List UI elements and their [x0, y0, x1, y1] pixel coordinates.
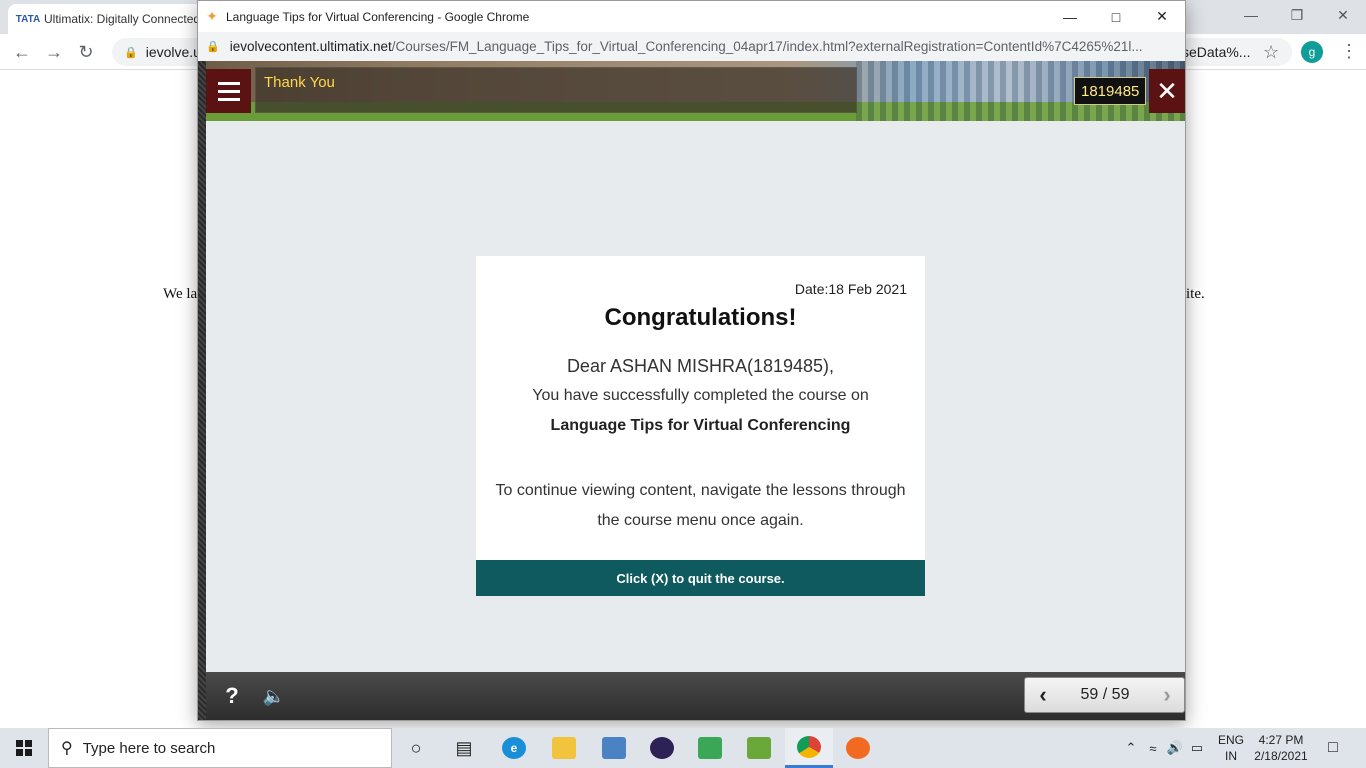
popup-minimize-icon[interactable]: —: [1047, 1, 1093, 32]
continue-instructions: To continue viewing content, navigate th…: [495, 482, 906, 529]
task-view-icon[interactable]: ▤: [440, 728, 488, 768]
background-url-tail: seData%...: [1182, 44, 1251, 60]
taskbar-search-box[interactable]: ⚲ Type here to search: [48, 728, 392, 768]
completion-card: Date:18 Feb 2021 Congratulations! Dear A…: [476, 256, 925, 596]
hamburger-icon: [217, 89, 240, 93]
notepad-plus-icon[interactable]: [735, 728, 783, 768]
close-window-icon[interactable]: ✕: [1320, 0, 1366, 30]
background-page-text-right: ite.: [1186, 286, 1205, 302]
minimize-icon[interactable]: —: [1228, 0, 1274, 30]
header-title-bar: Thank You: [255, 67, 857, 113]
language-code: ENG: [1217, 733, 1244, 747]
popup-address-bar[interactable]: 🔒 ievolvecontent.ultimatix.net /Courses/…: [198, 32, 1185, 61]
battery-icon[interactable]: ▭: [1186, 740, 1208, 756]
quit-instruction-bar: Click (X) to quit the course.: [476, 560, 925, 596]
background-tab[interactable]: TATA Ultimatix: Digitally Connected: [8, 4, 208, 34]
windows-taskbar: ⚲ Type here to search ○ ▤ e ⌃ ≈ 🔊 ▭ ENG …: [0, 728, 1366, 768]
help-button[interactable]: ?: [220, 682, 244, 710]
bookmark-star-icon[interactable]: ☆: [1263, 42, 1279, 63]
wifi-icon[interactable]: ≈: [1142, 741, 1164, 756]
employee-id-badge: 1819485: [1074, 77, 1147, 105]
completion-message: You have successfully completed the cour…: [532, 387, 869, 404]
speaker-muted-icon: 🔈: [262, 685, 286, 706]
start-button[interactable]: [0, 728, 48, 768]
popup-url-host: ievolvecontent.ultimatix.net: [229, 39, 392, 54]
background-page-text-left: We la: [163, 286, 198, 302]
media-app-icon[interactable]: [686, 728, 734, 768]
learner-greeting: Dear ASHAN MISHRA(1819485),: [566, 356, 835, 376]
region-code: IN: [1225, 749, 1237, 763]
course-page-title: Thank You: [264, 74, 335, 91]
paint-app-icon[interactable]: [834, 728, 882, 768]
course-player-inner: Thank You 1819485 ✕ Date:18 Feb 2021 Con…: [206, 61, 1185, 720]
player-control-bar: ? 🔈 ‹ 59 / 59 ›: [206, 672, 1185, 720]
popup-lock-icon: 🔒: [206, 41, 220, 53]
hamburger-icon: [217, 97, 240, 101]
windows-logo-icon: [16, 740, 32, 756]
clock-time: 4:27 PM: [1258, 733, 1304, 747]
eclipse-icon[interactable]: [638, 728, 686, 768]
completion-date: Date:18 Feb 2021: [794, 281, 907, 297]
background-url-host: ievolve.u: [145, 44, 201, 60]
audio-toggle-button[interactable]: 🔈: [260, 684, 288, 708]
chrome-icon[interactable]: [785, 728, 833, 768]
popup-title: Language Tips for Virtual Conferencing -…: [226, 9, 530, 24]
restore-icon[interactable]: ❐: [1274, 0, 1320, 30]
system-clock[interactable]: 4:27 PM 2/18/2021: [1252, 732, 1310, 764]
page-navigator: ‹ 59 / 59 ›: [1024, 677, 1185, 713]
back-arrow-icon[interactable]: ←: [6, 34, 38, 70]
course-content-area: Date:18 Feb 2021 Congratulations! Dear A…: [206, 121, 1185, 672]
popup-url-path: /Courses/FM_Language_Tips_for_Virtual_Co…: [391, 39, 1143, 54]
file-explorer-icon[interactable]: [540, 728, 588, 768]
popup-maximize-icon[interactable]: □: [1093, 1, 1139, 32]
popup-window-controls: — □ ✕: [1047, 1, 1185, 32]
course-popup-window: ✦ Language Tips for Virtual Conferencing…: [197, 0, 1186, 721]
page-counter: 59 / 59: [1080, 686, 1130, 703]
taskbar-search-placeholder: Type here to search: [82, 739, 216, 757]
edge-icon[interactable]: e: [490, 728, 538, 768]
quit-course-button[interactable]: ✕: [1149, 69, 1185, 113]
congratulations-heading: Congratulations!: [604, 304, 797, 331]
hamburger-icon: [217, 81, 240, 85]
course-menu-button[interactable]: [206, 69, 251, 113]
background-window-controls: — ❐ ✕: [1228, 0, 1366, 30]
kebab-menu-icon[interactable]: ⋮: [1340, 41, 1358, 62]
next-page-button[interactable]: ›: [1149, 678, 1185, 712]
popup-close-icon[interactable]: ✕: [1139, 1, 1185, 32]
background-tab-title: Ultimatix: Digitally Connected: [44, 12, 201, 26]
course-name: Language Tips for Virtual Conferencing: [550, 417, 851, 434]
notification-icon[interactable]: □: [1316, 728, 1350, 768]
chevron-up-icon[interactable]: ⌃: [1120, 740, 1142, 756]
search-icon: ⚲: [61, 740, 73, 757]
forward-arrow-icon[interactable]: →: [38, 34, 70, 70]
course-header: Thank You 1819485 ✕: [206, 61, 1185, 121]
reload-icon[interactable]: ↻: [70, 34, 102, 70]
clock-date: 2/18/2021: [1254, 749, 1308, 763]
cortana-icon[interactable]: ○: [392, 728, 440, 768]
remote-desktop-icon[interactable]: [590, 728, 638, 768]
lock-icon: 🔒: [124, 46, 138, 59]
previous-page-button[interactable]: ‹: [1025, 678, 1061, 712]
tray-icons: ⌃ ≈ 🔊 ▭: [1120, 728, 1208, 768]
input-language[interactable]: ENG IN: [1217, 732, 1245, 764]
profile-avatar[interactable]: g: [1301, 41, 1323, 63]
volume-icon[interactable]: 🔊: [1164, 740, 1186, 756]
course-player: Thank You 1819485 ✕ Date:18 Feb 2021 Con…: [198, 61, 1185, 720]
popup-titlebar: ✦ Language Tips for Virtual Conferencing…: [198, 1, 1185, 32]
tata-logo-icon: TATA: [15, 13, 41, 25]
course-favicon-icon: ✦: [206, 8, 218, 24]
